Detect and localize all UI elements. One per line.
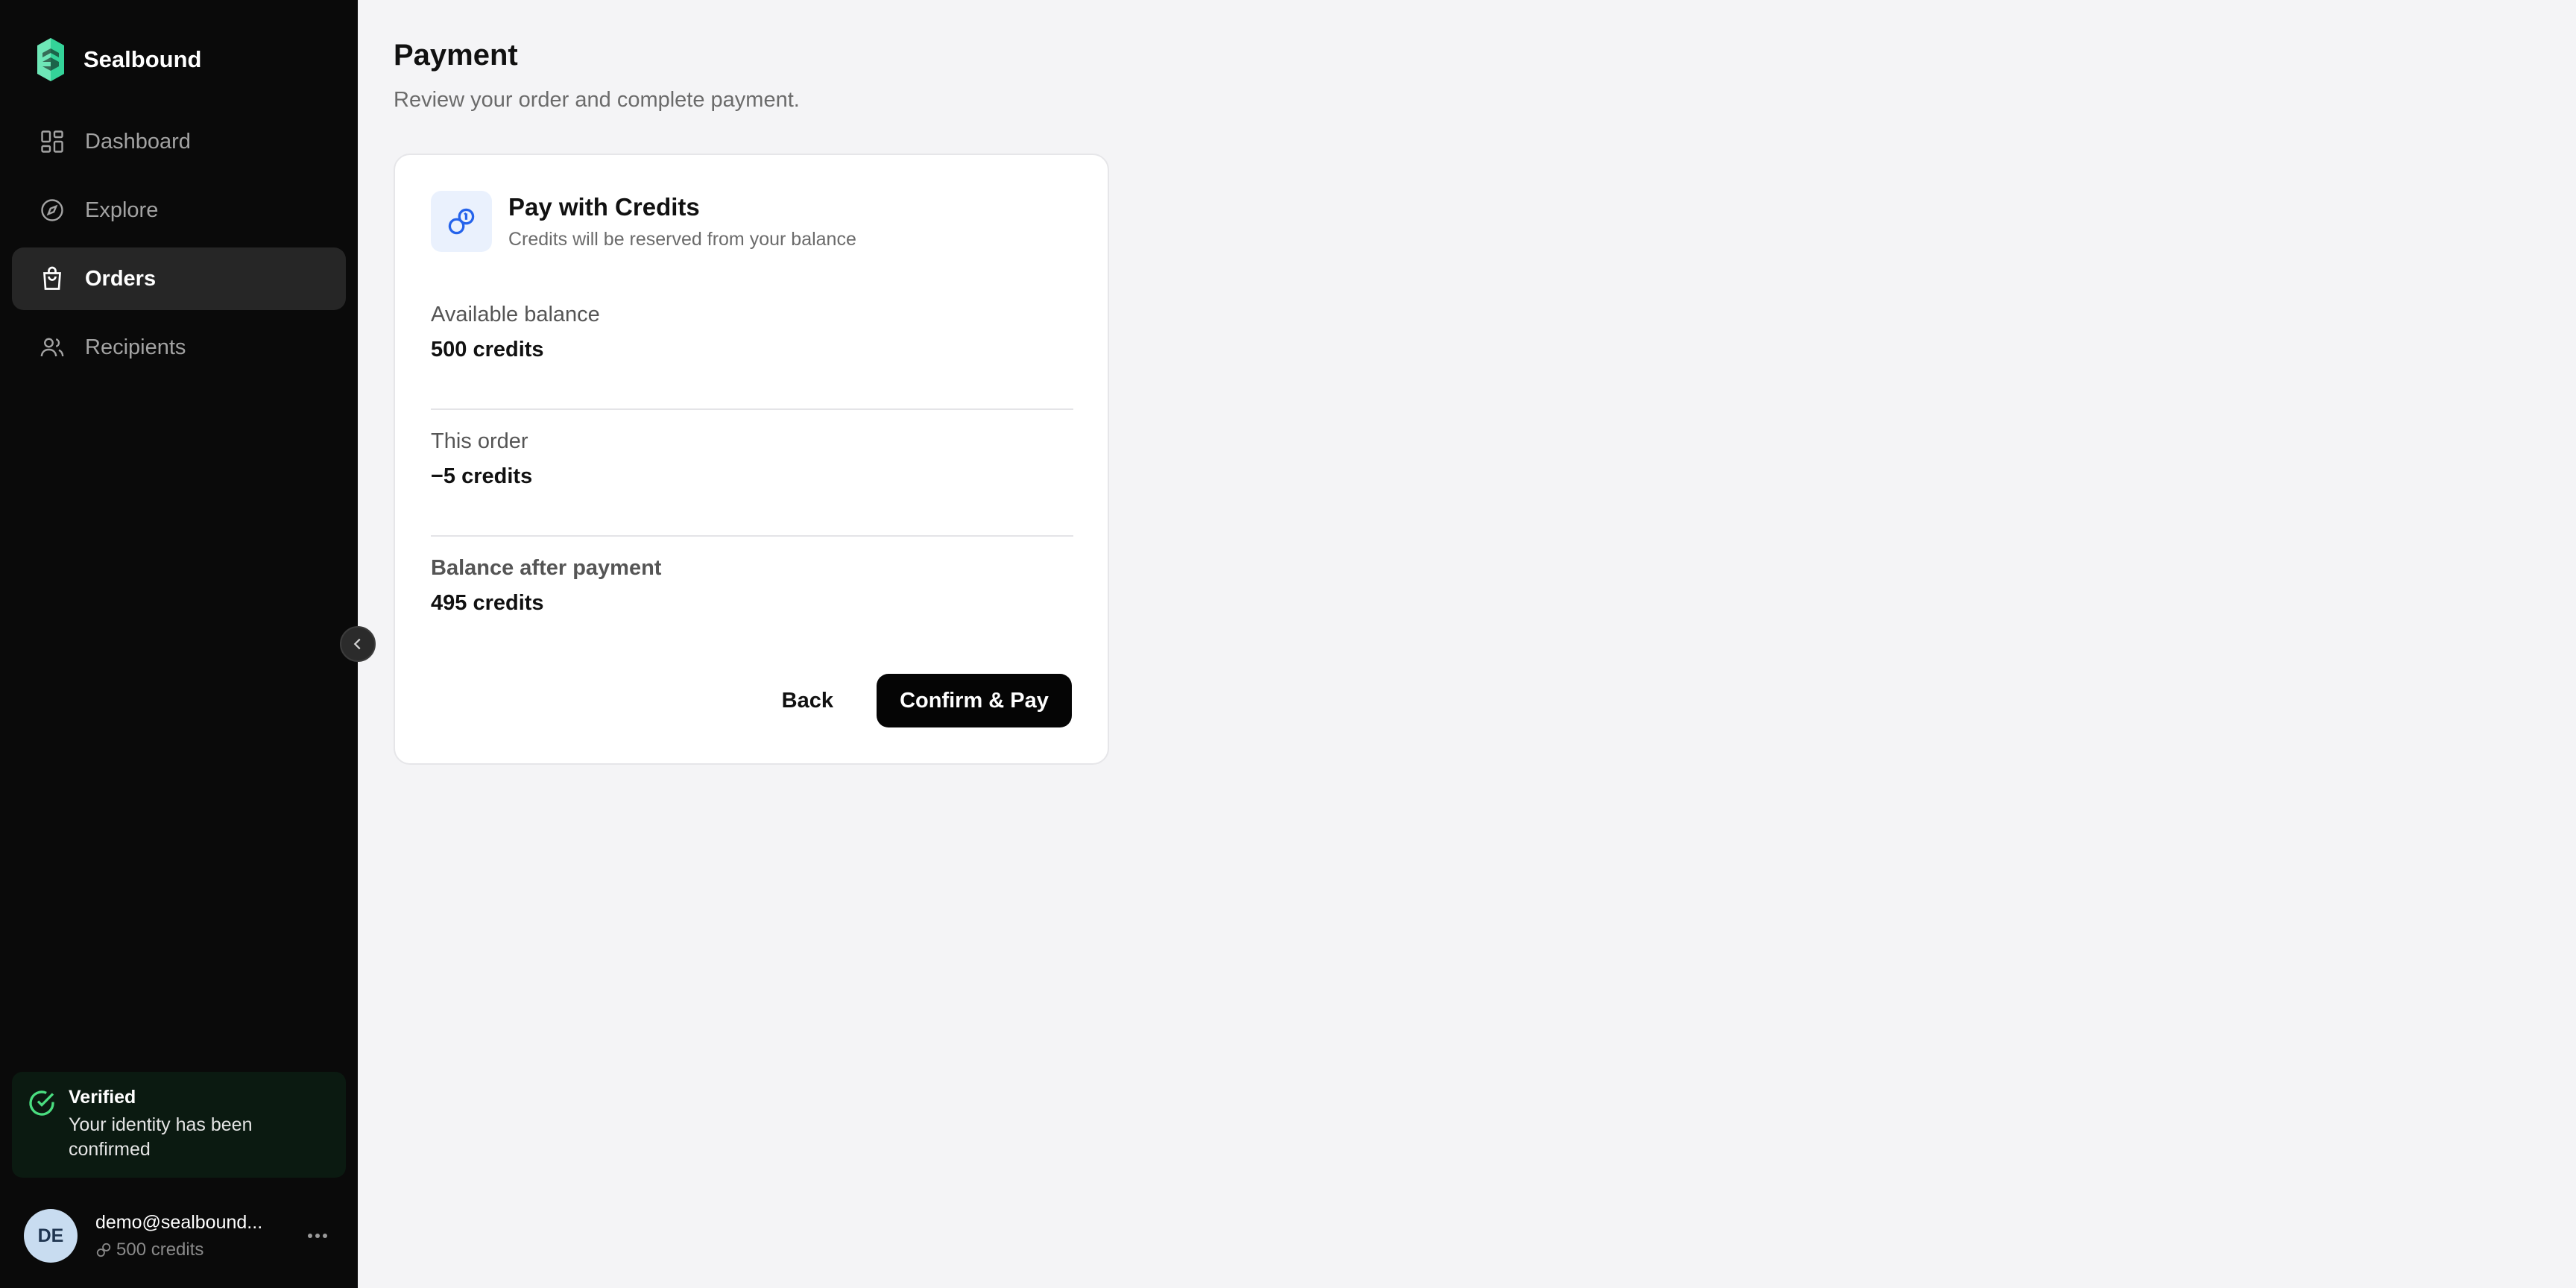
- credits-icon-tile: [431, 191, 492, 252]
- balance-after-row: Balance after payment 495 credits: [431, 556, 1073, 616]
- payment-method-title: Pay with Credits: [508, 192, 700, 221]
- user-credits: 500 credits: [95, 1240, 282, 1260]
- sidebar-item-explore[interactable]: Explore: [12, 179, 346, 242]
- more-horizontal-icon: [308, 1234, 327, 1238]
- shopping-bag-icon: [43, 266, 61, 290]
- sidebar-item-orders[interactable]: Orders: [12, 247, 346, 310]
- order-cost-value: −5 credits: [431, 464, 533, 488]
- check-circle-icon: [29, 1090, 54, 1116]
- sidebar-item-label: Explore: [85, 198, 159, 222]
- verification-title: Verified: [69, 1087, 136, 1108]
- collapse-sidebar-button[interactable]: [340, 626, 376, 662]
- user-info: demo@sealbound... 500 credits: [95, 1212, 282, 1260]
- sidebar-item-label: Recipients: [85, 335, 186, 359]
- sidebar-nav: Dashboard Explore Orders Recipients: [12, 110, 346, 385]
- page-title: Payment: [394, 39, 518, 72]
- dashboard-icon: [41, 130, 63, 153]
- verification-message: Your identity has been confirmed: [69, 1114, 253, 1160]
- compass-icon: [41, 199, 63, 221]
- payment-actions: Back Confirm & Pay: [761, 674, 1072, 727]
- users-icon: [40, 338, 64, 357]
- avatar[interactable]: DE: [24, 1209, 78, 1263]
- sidebar-item-label: Dashboard: [85, 129, 191, 154]
- balance-after-label: Balance after payment: [431, 556, 662, 580]
- sidebar-item-label: Orders: [85, 266, 157, 291]
- back-button[interactable]: Back: [761, 674, 854, 727]
- payment-method-header: Pay with Credits Credits will be reserve…: [431, 191, 856, 252]
- order-cost-label: This order: [431, 429, 528, 453]
- brand-name: Sealbound: [83, 46, 202, 72]
- user-email: demo@sealbound...: [95, 1211, 263, 1233]
- user-credits-value: 500 credits: [116, 1239, 204, 1260]
- divider: [431, 408, 1073, 410]
- sidebar-item-recipients[interactable]: Recipients: [12, 316, 346, 379]
- sidebar-item-dashboard[interactable]: Dashboard: [12, 110, 346, 173]
- more-options-button[interactable]: [301, 1219, 334, 1252]
- order-cost-row: This order −5 credits: [431, 429, 1073, 489]
- divider: [431, 535, 1073, 537]
- page-subtitle: Review your order and complete payment.: [394, 88, 800, 112]
- verification-status: Verified Your identity has been confirme…: [12, 1072, 346, 1178]
- sidebar: Sealbound Dashboard Explore Orders Recip…: [0, 0, 358, 1288]
- payment-method-subtitle: Credits will be reserved from your balan…: [508, 228, 856, 250]
- balance-after-value: 495 credits: [431, 591, 544, 615]
- coins-icon: [448, 208, 475, 235]
- user-account[interactable]: DE demo@sealbound... 500 credits: [24, 1208, 334, 1264]
- brand[interactable]: Sealbound: [34, 34, 201, 85]
- chevron-left-icon: [353, 638, 361, 650]
- credits-icon: [96, 1243, 111, 1257]
- payment-card: Pay with Credits Credits will be reserve…: [394, 154, 1109, 765]
- sealbound-logo-icon: [37, 38, 64, 81]
- available-balance-row: Available balance 500 credits: [431, 303, 1073, 362]
- confirm-pay-button[interactable]: Confirm & Pay: [877, 674, 1072, 727]
- available-balance-label: Available balance: [431, 303, 600, 326]
- available-balance-value: 500 credits: [431, 338, 544, 362]
